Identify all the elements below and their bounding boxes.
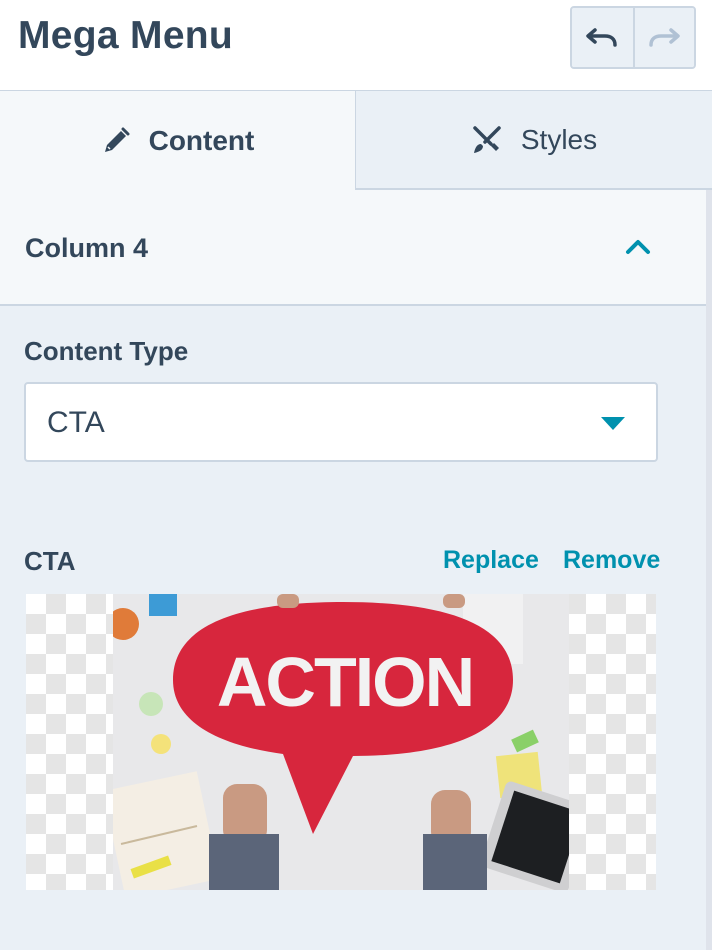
panel-header: Mega Menu bbox=[0, 0, 712, 91]
replace-link[interactable]: Replace bbox=[443, 546, 539, 575]
content-type-label: Content Type bbox=[24, 336, 189, 366]
tab-content-label: Content bbox=[148, 124, 255, 156]
redo-icon bbox=[649, 27, 681, 47]
page-title: Mega Menu bbox=[18, 14, 234, 57]
tab-styles-label: Styles bbox=[520, 123, 598, 155]
column-accordion-header[interactable]: Column 4 bbox=[0, 190, 707, 306]
cta-label: CTA bbox=[24, 546, 76, 576]
undo-icon bbox=[586, 27, 618, 47]
caret-down-icon bbox=[601, 417, 625, 430]
editor-tabs: Content Styles bbox=[0, 91, 712, 190]
scrollbar-track[interactable] bbox=[706, 190, 712, 950]
tab-content[interactable]: Content bbox=[0, 91, 356, 190]
chevron-up-icon[interactable] bbox=[624, 237, 652, 255]
brush-icon bbox=[473, 125, 501, 153]
content-type-select[interactable]: CTA bbox=[24, 382, 658, 462]
accordion-title: Column 4 bbox=[25, 233, 149, 263]
cta-image-text: ACTION bbox=[217, 643, 473, 721]
tab-styles[interactable]: Styles bbox=[356, 91, 712, 190]
undo-redo-group bbox=[570, 6, 696, 69]
remove-link[interactable]: Remove bbox=[563, 546, 660, 575]
cta-image-preview: ACTION bbox=[26, 594, 656, 890]
content-type-value: CTA bbox=[47, 406, 105, 439]
cta-image: ACTION bbox=[113, 594, 569, 890]
redo-button[interactable] bbox=[632, 8, 694, 67]
undo-button[interactable] bbox=[572, 8, 633, 67]
pencil-icon bbox=[104, 127, 130, 152]
